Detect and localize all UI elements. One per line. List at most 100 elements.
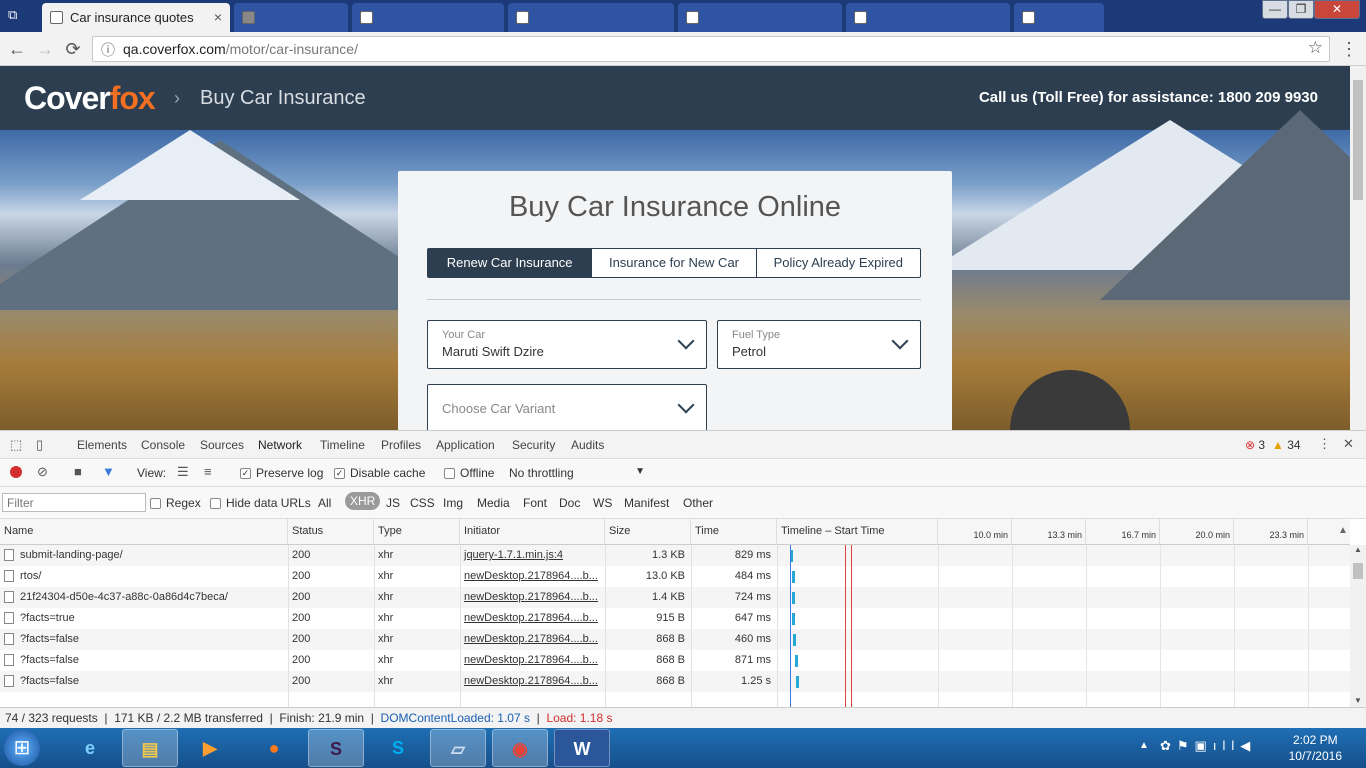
request-initiator[interactable]: newDesktop.2178964....b... <box>460 671 605 692</box>
tab-inactive[interactable] <box>846 3 1010 32</box>
type-filter-xhr[interactable]: XHR <box>345 492 381 510</box>
col-time[interactable]: Time <box>691 519 777 545</box>
col-initiator[interactable]: Initiator <box>460 519 605 545</box>
tab-elements[interactable]: Elements <box>77 431 127 459</box>
your-car-dropdown[interactable]: Your Car Maruti Swift Dzire <box>427 320 707 369</box>
table-row[interactable]: ?facts=false 200 xhr newDesktop.2178964....… <box>0 650 1350 671</box>
scrollbar-thumb[interactable] <box>1353 80 1363 200</box>
list-view-icon[interactable]: ☰ <box>177 464 189 480</box>
scrollbar-thumb[interactable] <box>1353 563 1363 579</box>
clear-icon[interactable]: ⊘ <box>37 464 48 480</box>
col-type[interactable]: Type <box>374 519 460 545</box>
minimize-button[interactable]: — <box>1262 0 1288 19</box>
tab-network[interactable]: Network <box>258 431 303 461</box>
request-initiator[interactable]: newDesktop.2178964....b... <box>460 587 605 608</box>
filter-icon[interactable]: ▼ <box>102 464 115 479</box>
taskbar-skype-icon[interactable]: S <box>370 729 426 767</box>
back-button[interactable]: ← <box>6 38 28 60</box>
type-filter-doc[interactable]: Doc <box>559 496 580 510</box>
tab-inactive[interactable] <box>508 3 674 32</box>
table-row[interactable]: ?facts=true 200 xhr newDesktop.2178964....b… <box>0 608 1350 629</box>
device-toolbar-icon[interactable]: ▯ <box>36 437 43 453</box>
tab-inactive[interactable] <box>352 3 504 32</box>
system-clock[interactable]: 2:02 PM 10/7/2016 <box>1289 732 1342 764</box>
throttling-select[interactable]: No throttling ▼ <box>509 466 645 480</box>
col-size[interactable]: Size <box>605 519 691 545</box>
coverfox-logo[interactable]: Coverfox <box>24 80 156 117</box>
maximize-button[interactable]: ❐ <box>1288 0 1314 19</box>
devtools-close-icon[interactable]: ✕ <box>1343 436 1354 452</box>
bookmark-star-icon[interactable]: ☆ <box>1308 38 1323 58</box>
request-initiator[interactable]: newDesktop.2178964....b... <box>460 566 605 587</box>
preserve-log-checkbox[interactable]: ✓ Preserve log <box>240 466 323 480</box>
taskbar-slack-icon[interactable]: S <box>308 729 364 767</box>
sort-arrow-icon[interactable]: ▲ <box>1338 525 1348 536</box>
reload-button[interactable]: ⟳ <box>62 38 84 60</box>
tab-application[interactable]: Application <box>436 431 495 459</box>
devtools-menu-icon[interactable]: ⋮ <box>1318 436 1331 452</box>
filter-input[interactable] <box>2 493 146 512</box>
error-count[interactable]: ⊗ 3 <box>1245 438 1265 452</box>
page-scrollbar[interactable] <box>1350 66 1366 430</box>
start-button[interactable]: ⊞ <box>4 730 40 766</box>
tab-sources[interactable]: Sources <box>200 431 244 459</box>
request-initiator[interactable]: newDesktop.2178964....b... <box>460 608 605 629</box>
tab-close-icon[interactable]: × <box>214 3 222 32</box>
offline-checkbox[interactable]: Offline <box>444 466 494 480</box>
type-filter-ws[interactable]: WS <box>593 496 612 510</box>
type-filter-media[interactable]: Media <box>477 496 510 510</box>
type-filter-js[interactable]: JS <box>386 496 400 510</box>
table-row[interactable]: ?facts=false 200 xhr newDesktop.2178964....… <box>0 629 1350 650</box>
taskbar-media-player-icon[interactable]: ▶ <box>182 729 238 767</box>
col-status[interactable]: Status <box>288 519 374 545</box>
tab-security[interactable]: Security <box>512 431 555 459</box>
tab-inactive[interactable] <box>1014 3 1104 32</box>
tab-inactive[interactable] <box>678 3 842 32</box>
taskbar-ie-icon[interactable]: e <box>62 729 118 767</box>
new-car-insurance-button[interactable]: Insurance for New Car <box>592 249 757 277</box>
scroll-up-icon[interactable]: ▲ <box>1350 545 1366 554</box>
tab-audits[interactable]: Audits <box>571 431 604 459</box>
table-row[interactable]: 21f24304-d50e-4c37-a88c-0a86d4c7beca/200… <box>0 587 1350 608</box>
renew-car-insurance-button[interactable]: Renew Car Insurance <box>428 249 593 277</box>
overview-icon[interactable]: ≡ <box>204 464 212 479</box>
fuel-type-dropdown[interactable]: Fuel Type Petrol <box>717 320 921 369</box>
type-filter-font[interactable]: Font <box>523 496 547 510</box>
col-timeline[interactable]: Timeline – Start Time <box>777 519 938 545</box>
table-scrollbar[interactable]: ▲ ▼ <box>1350 545 1366 707</box>
site-info-icon[interactable]: ⓘ <box>101 40 115 60</box>
type-filter-all[interactable]: All <box>318 496 331 510</box>
type-filter-other[interactable]: Other <box>683 496 713 510</box>
table-row[interactable]: submit-landing-page/200 xhr jquery-1.7.1.m… <box>0 545 1350 566</box>
car-variant-dropdown[interactable]: Choose Car Variant <box>427 384 707 430</box>
table-row[interactable]: ?facts=false 200 xhr newDesktop.2178964....… <box>0 671 1350 692</box>
record-icon[interactable] <box>10 466 22 478</box>
taskbar-explorer-icon[interactable]: ▤ <box>122 729 178 767</box>
type-filter-css[interactable]: CSS <box>410 496 435 510</box>
tab-console[interactable]: Console <box>141 431 185 459</box>
regex-checkbox[interactable]: Regex <box>150 496 201 510</box>
policy-expired-button[interactable]: Policy Already Expired <box>757 249 920 277</box>
disable-cache-checkbox[interactable]: ✓ Disable cache <box>334 466 425 480</box>
apps-icon[interactable]: ⧉ <box>8 7 26 23</box>
taskbar-notepad-icon[interactable]: ▱ <box>430 729 486 767</box>
tab-timeline[interactable]: Timeline <box>320 431 365 459</box>
close-window-button[interactable]: ✕ <box>1314 0 1360 19</box>
url-input[interactable]: ⓘ qa.coverfox.com/motor/car-insurance/ ☆ <box>92 36 1330 62</box>
type-filter-img[interactable]: Img <box>443 496 463 510</box>
taskbar-chrome-icon[interactable]: ◉ <box>492 729 548 767</box>
chrome-menu-icon[interactable]: ⋮ <box>1338 38 1360 60</box>
capture-screenshots-icon[interactable]: ■ <box>74 464 82 479</box>
tab-profiles[interactable]: Profiles <box>381 431 421 459</box>
col-name[interactable]: Name <box>0 519 288 545</box>
taskbar-firefox-icon[interactable]: ● <box>246 729 302 767</box>
show-hidden-icons[interactable]: ▲ <box>1139 740 1149 751</box>
hide-data-urls-checkbox[interactable]: Hide data URLs <box>210 496 311 510</box>
request-initiator[interactable]: newDesktop.2178964....b... <box>460 650 605 671</box>
request-initiator[interactable]: newDesktop.2178964....b... <box>460 629 605 650</box>
taskbar-word-icon[interactable]: W <box>554 729 610 767</box>
inspect-element-icon[interactable]: ⬚ <box>10 437 22 453</box>
warning-count[interactable]: ▲ 34 <box>1272 438 1301 452</box>
table-row[interactable]: rtos/200 xhr newDesktop.2178964....b... 13.… <box>0 566 1350 587</box>
request-initiator[interactable]: jquery-1.7.1.min.js:4 <box>460 545 605 566</box>
